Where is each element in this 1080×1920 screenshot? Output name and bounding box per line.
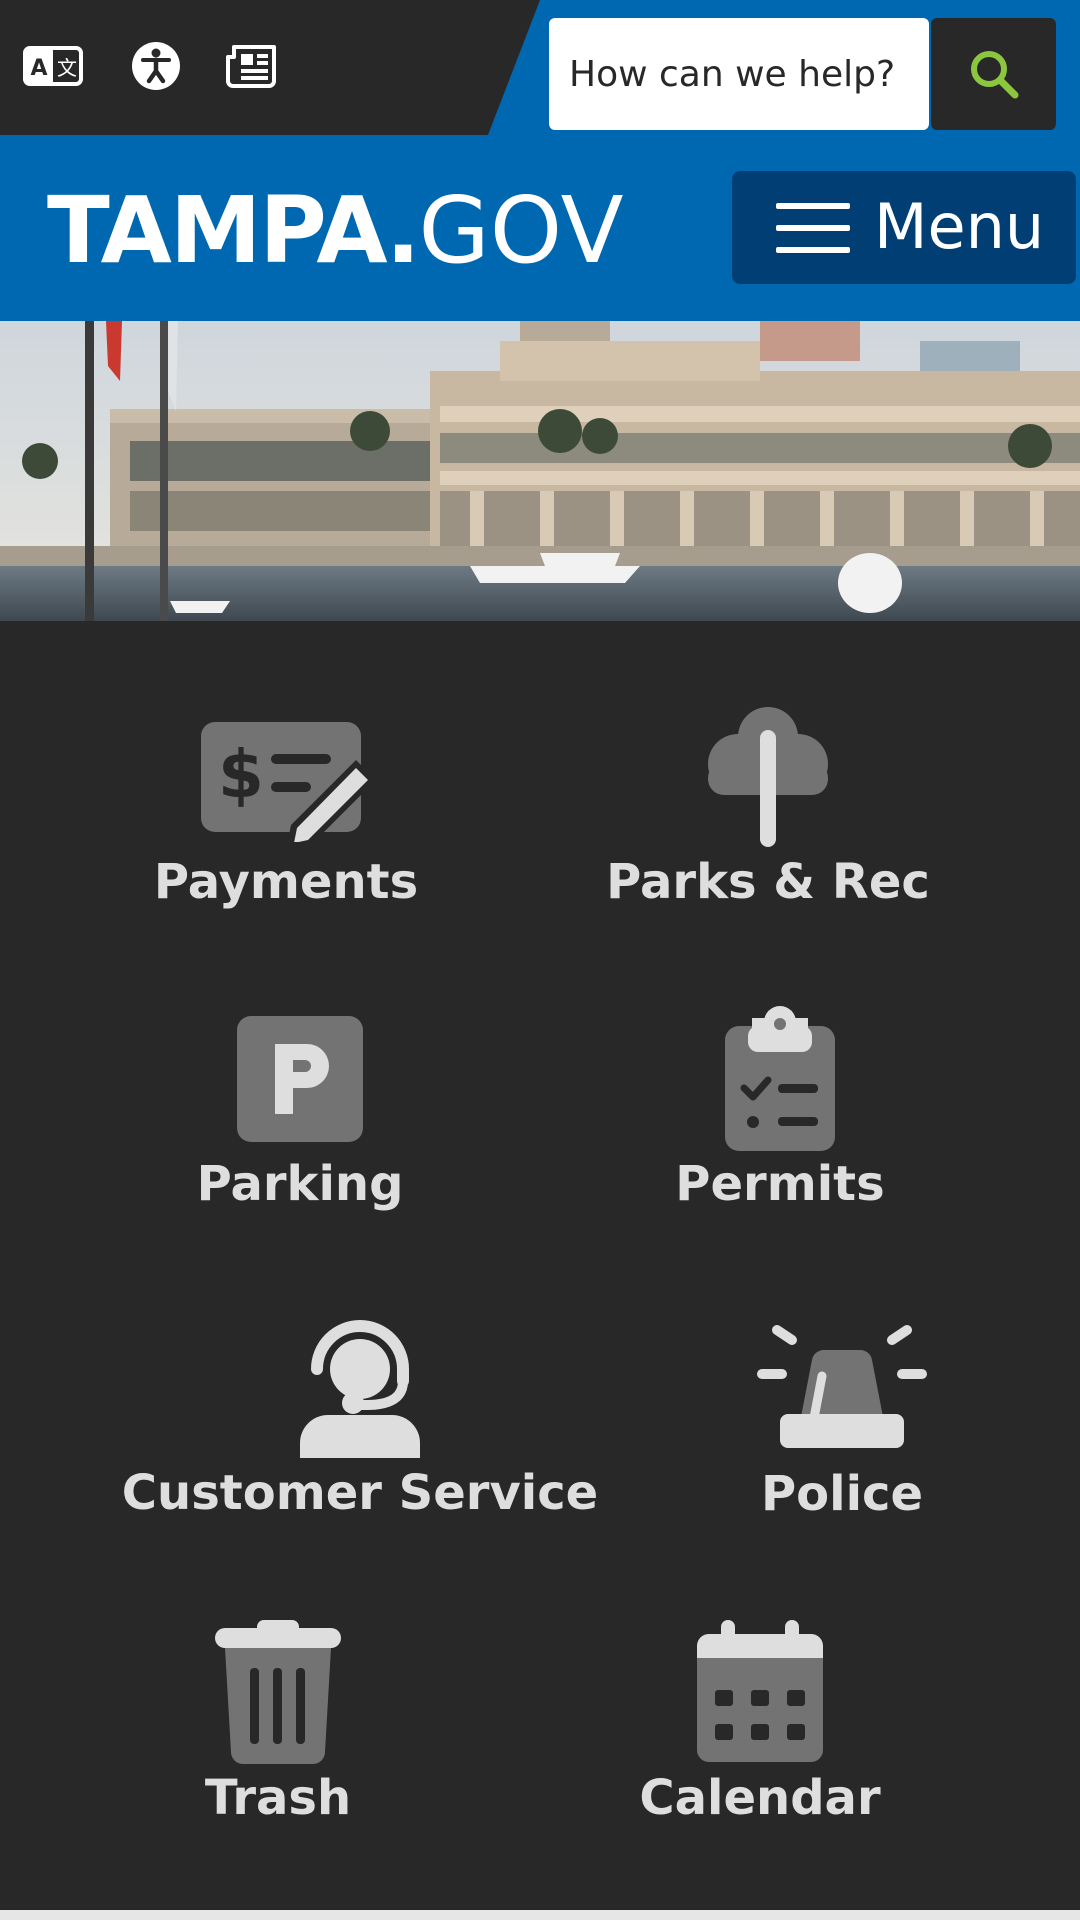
- quick-link-label: Customer Service: [121, 1465, 599, 1521]
- search-input[interactable]: [549, 18, 929, 130]
- page-bottom-divider: [0, 1910, 1080, 1920]
- quick-link-label: Payments: [153, 854, 419, 910]
- logo-text-tld: GOV: [418, 177, 624, 284]
- hamburger-icon: [776, 203, 850, 253]
- quick-link-customer-service[interactable]: Customer Service: [122, 1313, 598, 1528]
- hero-image: [0, 321, 1080, 621]
- harbor-photo: [0, 321, 1080, 621]
- svg-text:文: 文: [57, 56, 77, 80]
- site-header: TAMPA . GOV Menu: [0, 135, 1080, 321]
- site-logo[interactable]: TAMPA . GOV: [47, 177, 624, 284]
- logo-text-main: TAMPA: [47, 177, 388, 284]
- quick-link-label: Police: [760, 1466, 924, 1522]
- svg-text:A: A: [30, 56, 47, 81]
- siren-icon: [757, 1325, 927, 1448]
- quick-link-label: Permits: [675, 1156, 885, 1212]
- payments-icon: $: [201, 722, 376, 842]
- quick-link-label: Parks & Rec: [606, 854, 930, 910]
- calendar-icon: [697, 1620, 823, 1762]
- quick-link-calendar[interactable]: Calendar: [639, 1618, 881, 1828]
- quick-link-label: Parking: [196, 1156, 404, 1212]
- parking-icon: [237, 1016, 363, 1142]
- logo-text-dot: .: [385, 177, 421, 284]
- trash-icon: [215, 1620, 341, 1764]
- quick-link-police[interactable]: Police: [742, 1318, 942, 1528]
- newspaper-icon[interactable]: [222, 38, 282, 94]
- accessibility-icon[interactable]: [126, 38, 186, 94]
- quick-link-parking[interactable]: Parking: [197, 1014, 403, 1224]
- search-button[interactable]: [931, 18, 1056, 130]
- headset-icon: [300, 1320, 420, 1458]
- quick-link-trash[interactable]: Trash: [178, 1618, 378, 1828]
- utility-bar: A 文: [0, 0, 1080, 135]
- tree-icon: [708, 707, 828, 847]
- translate-icon[interactable]: A 文: [23, 38, 83, 94]
- menu-button[interactable]: Menu: [732, 171, 1076, 284]
- magnifier-icon: [970, 51, 1018, 99]
- quick-link-label: Calendar: [639, 1770, 881, 1826]
- menu-label: Menu: [874, 190, 1045, 263]
- quick-link-parks-rec[interactable]: Parks & Rec: [606, 702, 930, 912]
- svg-text:$: $: [218, 736, 264, 813]
- clipboard-icon: [725, 1006, 835, 1151]
- quick-link-permits[interactable]: Permits: [675, 1006, 885, 1226]
- quick-link-payments[interactable]: $ Payments: [154, 702, 418, 912]
- quick-link-label: Trash: [204, 1770, 352, 1826]
